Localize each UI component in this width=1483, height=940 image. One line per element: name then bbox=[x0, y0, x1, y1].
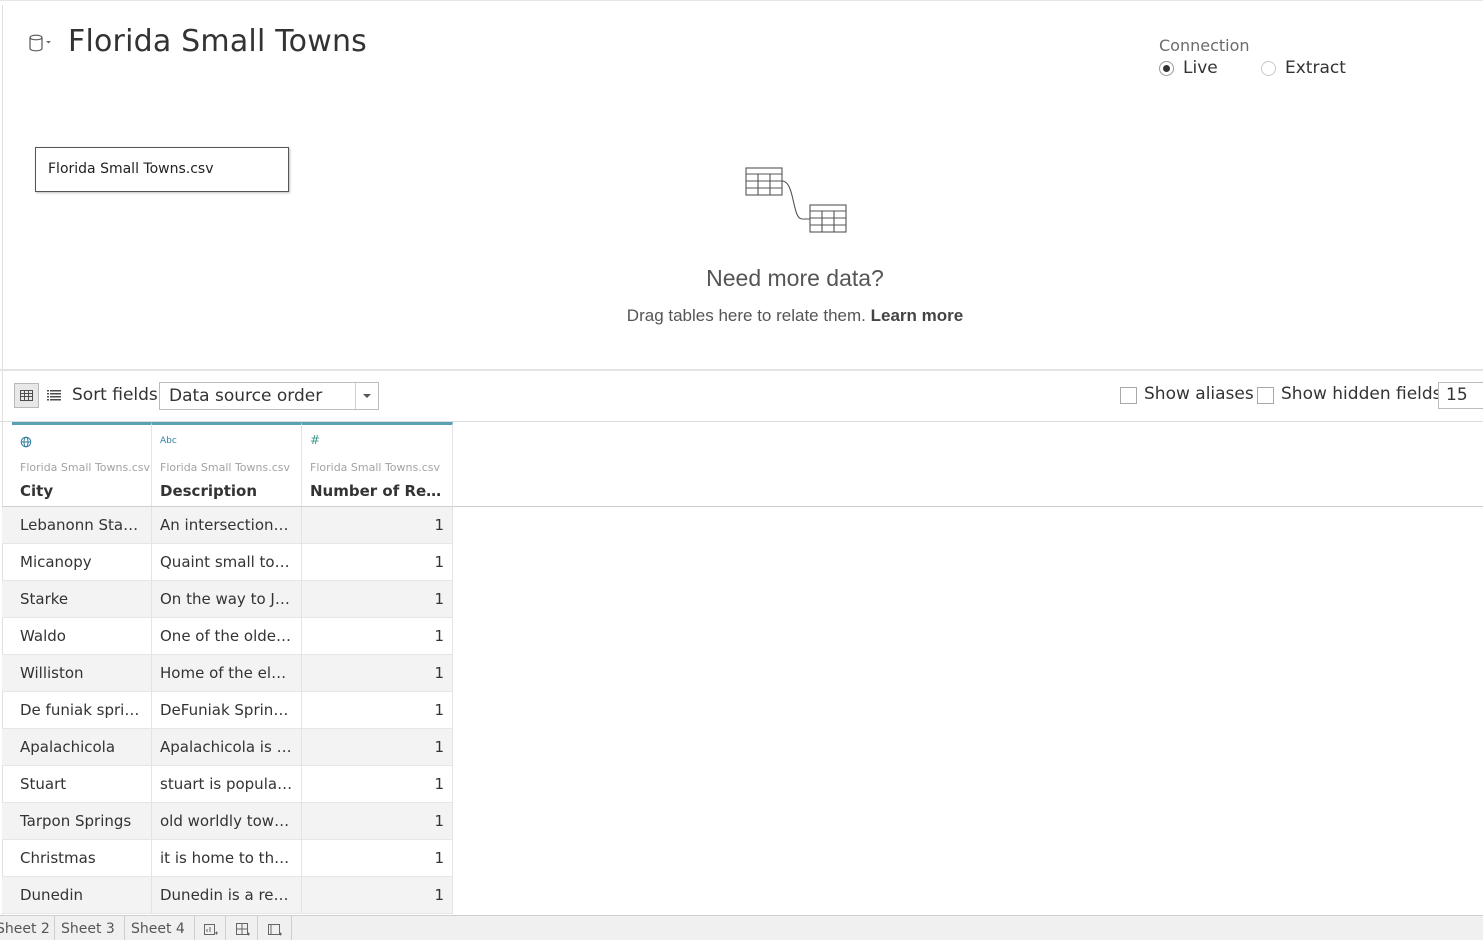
table-row: Lebanonn StationAn intersection. Just a … bbox=[2, 507, 453, 544]
description-cell[interactable]: it is home to the Christmas post office. bbox=[152, 840, 302, 876]
table-row: StarkeOn the way to Jacksonville.1 bbox=[2, 581, 453, 618]
new-dashboard-tab[interactable] bbox=[226, 916, 258, 940]
table-row: Stuartstuart is popular for sailfish.1 bbox=[2, 766, 453, 803]
connection-label: Connection bbox=[1159, 36, 1250, 55]
city-cell[interactable]: Apalachicola bbox=[12, 729, 152, 765]
description-cell[interactable]: On the way to Jacksonville. bbox=[152, 581, 302, 617]
city-cell[interactable]: De funiak springs bbox=[12, 692, 152, 728]
hash-number-icon[interactable]: # bbox=[310, 433, 320, 447]
tab-sheet-3[interactable]: Sheet 3 bbox=[55, 916, 125, 940]
column-name[interactable]: City bbox=[20, 482, 154, 500]
table-row: MicanopyQuaint small town with antique s… bbox=[2, 544, 453, 581]
table-row: WaldoOne of the oldest towns in the area… bbox=[2, 618, 453, 655]
show-hidden-fields-label[interactable]: Show hidden fields bbox=[1281, 384, 1442, 404]
learn-more-link[interactable]: Learn more bbox=[871, 306, 964, 325]
show-aliases-checkbox[interactable] bbox=[1120, 387, 1137, 404]
table-row: De funiak springsDeFuniak Springs has a … bbox=[2, 692, 453, 729]
description-cell[interactable]: Quaint small town with antique shops. bbox=[152, 544, 302, 580]
city-cell[interactable]: Tarpon Springs bbox=[12, 803, 152, 839]
extract-radio[interactable] bbox=[1261, 60, 1276, 76]
connection-extract-option[interactable]: Extract bbox=[1261, 58, 1346, 78]
city-cell[interactable]: Starke bbox=[12, 581, 152, 617]
show-aliases-label[interactable]: Show aliases bbox=[1144, 384, 1254, 404]
records-cell[interactable]: 1 bbox=[302, 544, 453, 580]
description-cell[interactable]: Dunedin is a remarkable Scottish town. bbox=[152, 877, 302, 913]
records-cell[interactable]: 1 bbox=[302, 729, 453, 765]
city-cell[interactable]: Dunedin bbox=[12, 877, 152, 913]
records-cell[interactable]: 1 bbox=[302, 581, 453, 617]
records-cell[interactable]: 1 bbox=[302, 507, 453, 543]
description-cell[interactable]: Apalachicola is known for oysters. bbox=[152, 729, 302, 765]
live-radio[interactable] bbox=[1159, 60, 1174, 76]
grid-view-icon bbox=[20, 390, 33, 401]
relate-tables-icon bbox=[745, 167, 847, 233]
records-cell[interactable]: 1 bbox=[302, 840, 453, 876]
list-view-button[interactable] bbox=[45, 386, 63, 405]
extract-label: Extract bbox=[1285, 58, 1346, 78]
drag-hint-text: Drag tables here to relate them. bbox=[626, 306, 866, 325]
description-cell[interactable]: An intersection. Just a gas station and … bbox=[152, 507, 302, 543]
new-story-tab[interactable] bbox=[258, 916, 292, 940]
sort-fields-dropdown[interactable]: Data source order bbox=[159, 382, 379, 410]
column-name[interactable]: Number of Records bbox=[310, 482, 444, 500]
empty-canvas-hint: Drag tables here to relate them. Learn m… bbox=[545, 306, 1045, 326]
tab-sheet-2[interactable]: Sheet 2 bbox=[0, 916, 55, 940]
chevron-down-icon bbox=[363, 394, 371, 398]
records-cell[interactable]: 1 bbox=[302, 655, 453, 691]
top-border bbox=[0, 0, 1483, 5]
table-row: DunedinDunedin is a remarkable Scottish … bbox=[2, 877, 453, 914]
column-header-number-of-records[interactable]: # Florida Small Towns.csv Number of Reco… bbox=[302, 422, 453, 506]
records-cell[interactable]: 1 bbox=[302, 618, 453, 654]
city-cell[interactable]: Micanopy bbox=[12, 544, 152, 580]
empty-canvas-title: Need more data? bbox=[706, 265, 884, 291]
city-cell[interactable]: Stuart bbox=[12, 766, 152, 802]
canvas-divider[interactable] bbox=[0, 369, 1483, 371]
column-source: Florida Small Towns.csv bbox=[160, 461, 291, 474]
new-worksheet-icon bbox=[204, 924, 218, 935]
description-cell[interactable]: stuart is popular for sailfish. bbox=[152, 766, 302, 802]
sort-fields-label: Sort fields bbox=[72, 385, 158, 405]
show-hidden-fields-checkbox[interactable] bbox=[1257, 387, 1274, 404]
city-cell[interactable]: Christmas bbox=[12, 840, 152, 876]
globe-icon[interactable] bbox=[20, 436, 32, 448]
table-row: Tarpon Springsold worldly town with spon… bbox=[2, 803, 453, 840]
connection-panel: Connection Live Extract bbox=[1159, 36, 1346, 78]
logical-table-card[interactable]: Florida Small Towns.csv bbox=[35, 147, 289, 192]
city-cell[interactable]: Williston bbox=[12, 655, 152, 691]
new-story-icon bbox=[268, 924, 282, 936]
sort-fields-value: Data source order bbox=[169, 386, 323, 406]
sheet-tab-bar: Sheet 2 Sheet 3 Sheet 4 bbox=[0, 915, 1483, 940]
list-view-icon bbox=[47, 390, 61, 401]
column-header-description[interactable]: Abc Florida Small Towns.csv Description bbox=[152, 422, 302, 506]
description-cell[interactable]: old worldly town with sponge docks. bbox=[152, 803, 302, 839]
column-header-city[interactable]: Florida Small Towns.csv City bbox=[12, 422, 152, 506]
new-dashboard-icon bbox=[236, 923, 250, 936]
column-source: Florida Small Towns.csv bbox=[310, 461, 441, 474]
column-name[interactable]: Description bbox=[160, 482, 294, 500]
description-cell[interactable]: One of the oldest towns in the area. bbox=[152, 618, 302, 654]
table-row: ApalachicolaApalachicola is known for oy… bbox=[2, 729, 453, 766]
dropdown-arrow[interactable] bbox=[355, 383, 378, 409]
abc-string-icon[interactable]: Abc bbox=[160, 436, 177, 446]
grid-view-button[interactable] bbox=[14, 383, 39, 408]
records-cell[interactable]: 1 bbox=[302, 692, 453, 728]
records-cell[interactable]: 1 bbox=[302, 877, 453, 913]
city-cell[interactable]: Lebanonn Station bbox=[12, 507, 152, 543]
new-worksheet-tab[interactable] bbox=[195, 916, 226, 940]
column-source: Florida Small Towns.csv bbox=[20, 461, 151, 474]
description-cell[interactable]: DeFuniak Springs has a round lake. bbox=[152, 692, 302, 728]
table-row: Christmasit is home to the Christmas pos… bbox=[2, 840, 453, 877]
records-cell[interactable]: 1 bbox=[302, 766, 453, 802]
grid-header-row: Florida Small Towns.csv City Abc Florida… bbox=[2, 422, 453, 506]
rows-count-input[interactable]: 15 bbox=[1438, 382, 1483, 409]
database-cylinder-icon[interactable] bbox=[28, 34, 54, 52]
live-label: Live bbox=[1183, 58, 1218, 78]
tab-sheet-4[interactable]: Sheet 4 bbox=[125, 916, 195, 940]
table-row: WillistonHome of the elephant sanctuary.… bbox=[2, 655, 453, 692]
city-cell[interactable]: Waldo bbox=[12, 618, 152, 654]
description-cell[interactable]: Home of the elephant sanctuary. bbox=[152, 655, 302, 691]
datasource-title[interactable]: Florida Small Towns bbox=[68, 24, 367, 59]
records-cell[interactable]: 1 bbox=[302, 803, 453, 839]
connection-live-option[interactable]: Live bbox=[1159, 58, 1218, 78]
